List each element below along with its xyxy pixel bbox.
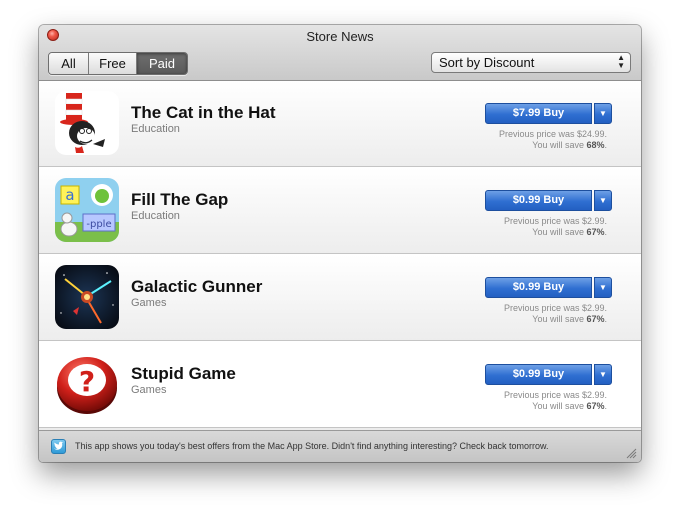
price-info: Previous price was $2.99. You will save …: [439, 390, 607, 412]
price-info: Previous price was $2.99. You will save …: [439, 216, 607, 238]
sort-select[interactable]: Sort by Discount ▲ ▼: [431, 52, 631, 73]
buy-button[interactable]: $7.99 Buy: [485, 103, 592, 124]
app-name: Fill The Gap: [131, 190, 229, 209]
buy-button[interactable]: $0.99 Buy: [485, 364, 592, 385]
app-window: Store News All Free Paid Sort by Discoun…: [39, 25, 641, 462]
stupid-game-icon: ?: [55, 352, 119, 416]
galactic-gunner-icon: [55, 265, 119, 329]
app-category: Education: [131, 210, 180, 222]
title-toolbar: Store News All Free Paid Sort by Discoun…: [39, 25, 641, 81]
app-category: Education: [131, 123, 180, 135]
savings-text: You will save 67%.: [532, 227, 607, 237]
app-name: Galactic Gunner: [131, 277, 263, 296]
savings-text: You will save 68%.: [532, 140, 607, 150]
filter-all-tab[interactable]: All: [49, 53, 89, 74]
status-bar: This app shows you today's best offers f…: [39, 430, 641, 462]
chevron-down-icon[interactable]: ▼: [594, 190, 612, 211]
buy-button[interactable]: $0.99 Buy: [485, 190, 592, 211]
previous-price: Previous price was $2.99.: [503, 390, 607, 400]
app-name: The Cat in the Hat: [131, 103, 276, 122]
buy-button[interactable]: $0.99 Buy: [485, 277, 592, 298]
filter-free-tab[interactable]: Free: [89, 53, 137, 74]
app-row[interactable]: ? Stupid Game Games $0.99 Buy ▼ Previous…: [39, 342, 641, 428]
filter-segmented-control: All Free Paid: [48, 52, 188, 75]
savings-text: You will save 67%.: [532, 314, 607, 324]
savings-percent: 67%: [586, 227, 605, 237]
resize-grip-icon[interactable]: [626, 448, 637, 459]
app-name: Stupid Game: [131, 364, 236, 383]
previous-price: Previous price was $24.99.: [498, 129, 607, 139]
sort-select-label: Sort by Discount: [439, 55, 535, 70]
updown-arrows-icon: ▲ ▼: [617, 53, 625, 70]
fill-the-gap-icon: a -pple: [55, 178, 119, 242]
app-category: Games: [131, 384, 167, 396]
svg-text:a: a: [65, 186, 74, 204]
window-title: Store News: [306, 29, 374, 44]
chevron-down-icon[interactable]: ▼: [594, 277, 612, 298]
savings-percent: 67%: [586, 314, 605, 324]
svg-text:-pple: -pple: [86, 219, 111, 230]
chevron-down-icon[interactable]: ▼: [594, 364, 612, 385]
app-row[interactable]: Galactic Gunner Games $0.99 Buy ▼ Previo…: [39, 255, 641, 341]
filter-paid-tab[interactable]: Paid: [137, 53, 187, 74]
savings-percent: 67%: [586, 401, 605, 411]
chevron-down-icon[interactable]: ▼: [594, 103, 612, 124]
app-row[interactable]: The Cat in the Hat Education $7.99 Buy ▼…: [39, 81, 641, 167]
status-message: This app shows you today's best offers f…: [75, 441, 549, 451]
twitter-icon[interactable]: [51, 439, 66, 454]
price-info: Previous price was $24.99. You will save…: [439, 129, 607, 151]
previous-price: Previous price was $2.99.: [503, 303, 607, 313]
app-row[interactable]: a -pple Fill The Gap Education $0.99 Buy…: [39, 168, 641, 254]
app-list: The Cat in the Hat Education $7.99 Buy ▼…: [39, 81, 641, 428]
app-category: Games: [131, 297, 167, 309]
price-info: Previous price was $2.99. You will save …: [439, 303, 607, 325]
savings-text: You will save 67%.: [532, 401, 607, 411]
svg-text:?: ?: [79, 365, 95, 398]
savings-percent: 68%: [586, 140, 605, 150]
previous-price: Previous price was $2.99.: [503, 216, 607, 226]
cat-in-the-hat-icon: [55, 91, 119, 155]
